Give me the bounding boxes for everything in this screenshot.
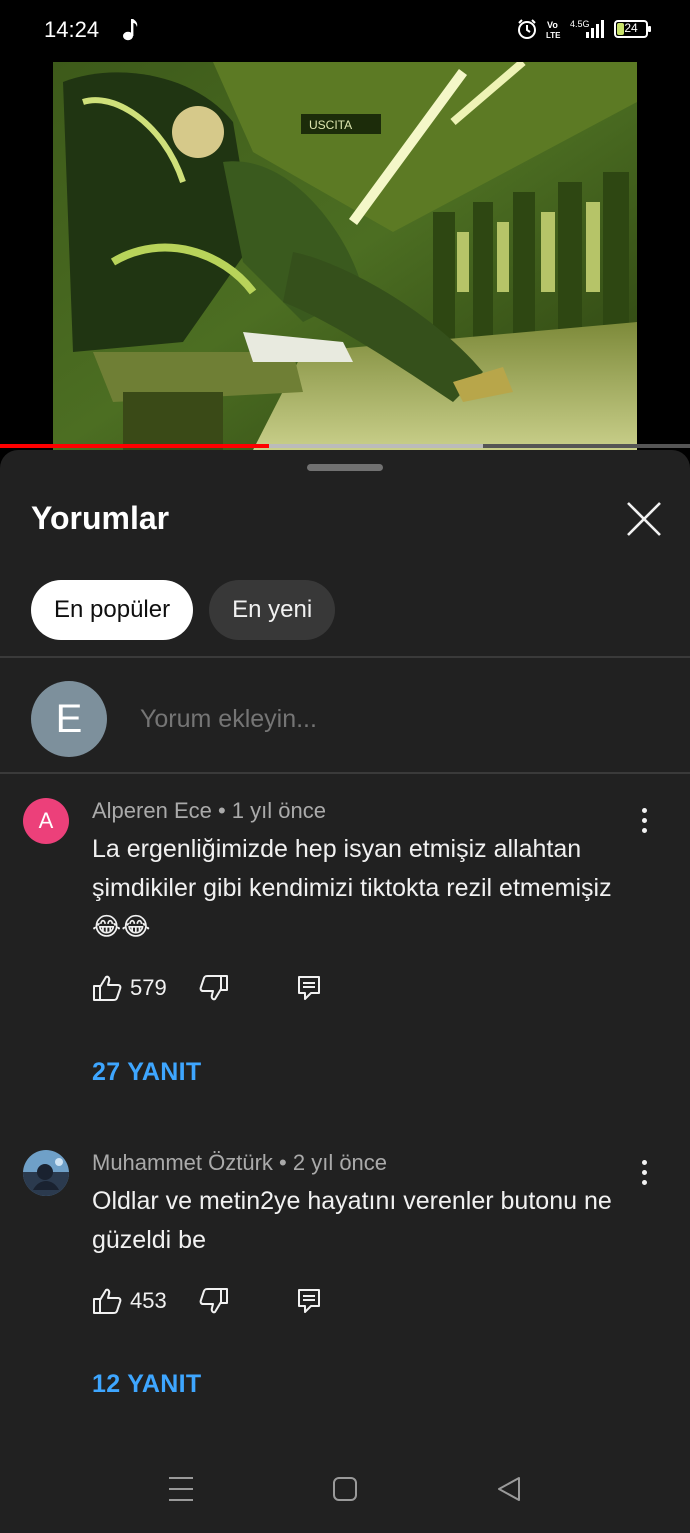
status-time: 14:24 (44, 17, 100, 42)
thumbs-up-icon (93, 975, 122, 1001)
svg-text:Vo: Vo (547, 20, 558, 30)
view-replies-link[interactable]: 27 YANIT (92, 1058, 201, 1087)
view-replies-link[interactable]: 12 YANIT (92, 1370, 201, 1399)
reply-button[interactable] (297, 975, 321, 1001)
progress-played (0, 444, 270, 448)
comments-title: Yorumlar (31, 500, 170, 536)
thumbs-down-icon (199, 1288, 228, 1314)
video-player[interactable]: USCITA (0, 62, 690, 450)
more-options-icon[interactable] (630, 1160, 658, 1194)
alarm-icon (518, 19, 536, 39)
battery-percent: 24 (624, 21, 638, 35)
like-count: 453 (130, 1288, 167, 1313)
back-icon[interactable] (496, 1474, 522, 1504)
comment-text: La ergenliğimizde hep isyan etmişiz alla… (92, 835, 612, 941)
signal-icon: 4.5G (570, 19, 604, 38)
reply-icon (297, 1289, 320, 1313)
reply-button[interactable] (297, 1288, 321, 1314)
music-note-icon (123, 19, 138, 41)
svg-text:LTE: LTE (546, 31, 561, 40)
more-options-icon[interactable] (630, 808, 658, 842)
reply-icon (297, 976, 320, 1000)
comment-filter-chips: En popüler En yeni (31, 580, 336, 640)
divider (0, 772, 690, 774)
battery-icon: 24 (614, 20, 651, 38)
comment-actions: 579 (92, 974, 321, 1002)
volte-icon: Vo LTE (546, 20, 561, 40)
video-thumbnail: USCITA (53, 62, 637, 450)
comment-meta[interactable]: Alperen Ece • 1 yıl önce (92, 798, 326, 824)
commenter-avatar[interactable] (23, 1150, 69, 1196)
user-avatar: E (31, 681, 107, 757)
add-comment-row[interactable]: E (0, 662, 690, 772)
comment-text: Oldlar ve metin2ye hayatını verenler but… (92, 1187, 612, 1254)
comment-meta[interactable]: Muhammet Öztürk • 2 yıl önce (92, 1150, 387, 1176)
profile-photo (23, 1150, 69, 1196)
chip-newest[interactable]: En yeni (209, 580, 336, 640)
like-count: 579 (130, 975, 167, 1000)
sign-text: USCITA (309, 118, 352, 132)
drag-handle[interactable] (307, 464, 383, 471)
recent-apps-icon[interactable] (168, 1474, 194, 1504)
close-icon[interactable] (620, 495, 668, 543)
thumbs-down-icon (199, 975, 228, 1001)
comments-sheet: Yorumlar En popüler En yeni E A Alperen … (0, 450, 690, 1533)
system-navigation-bar (0, 1452, 690, 1533)
comment-item: Muhammet Öztürk • 2 yıl önce Oldlar ve m… (0, 1150, 690, 1410)
thumbs-up-icon (93, 1288, 122, 1314)
status-bar: 14:24 Vo LTE 4.5G 24 (0, 0, 690, 62)
dislike-button[interactable] (199, 1287, 229, 1315)
comment-actions: 453 (92, 1287, 321, 1315)
home-icon[interactable] (332, 1474, 358, 1504)
chip-most-popular[interactable]: En popüler (31, 580, 194, 640)
status-icons: Vo LTE 4.5G 24 (516, 18, 651, 40)
like-button[interactable]: 579 (92, 974, 167, 1002)
comment-item: A Alperen Ece • 1 yıl önce La ergenliğim… (0, 798, 690, 1098)
like-button[interactable]: 453 (92, 1287, 167, 1315)
commenter-avatar[interactable]: A (23, 798, 69, 844)
video-progress-bar[interactable] (0, 444, 690, 448)
dislike-button[interactable] (199, 974, 229, 1002)
divider (0, 656, 690, 658)
add-comment-input[interactable] (138, 704, 642, 735)
network-label: 4.5G (570, 19, 590, 29)
